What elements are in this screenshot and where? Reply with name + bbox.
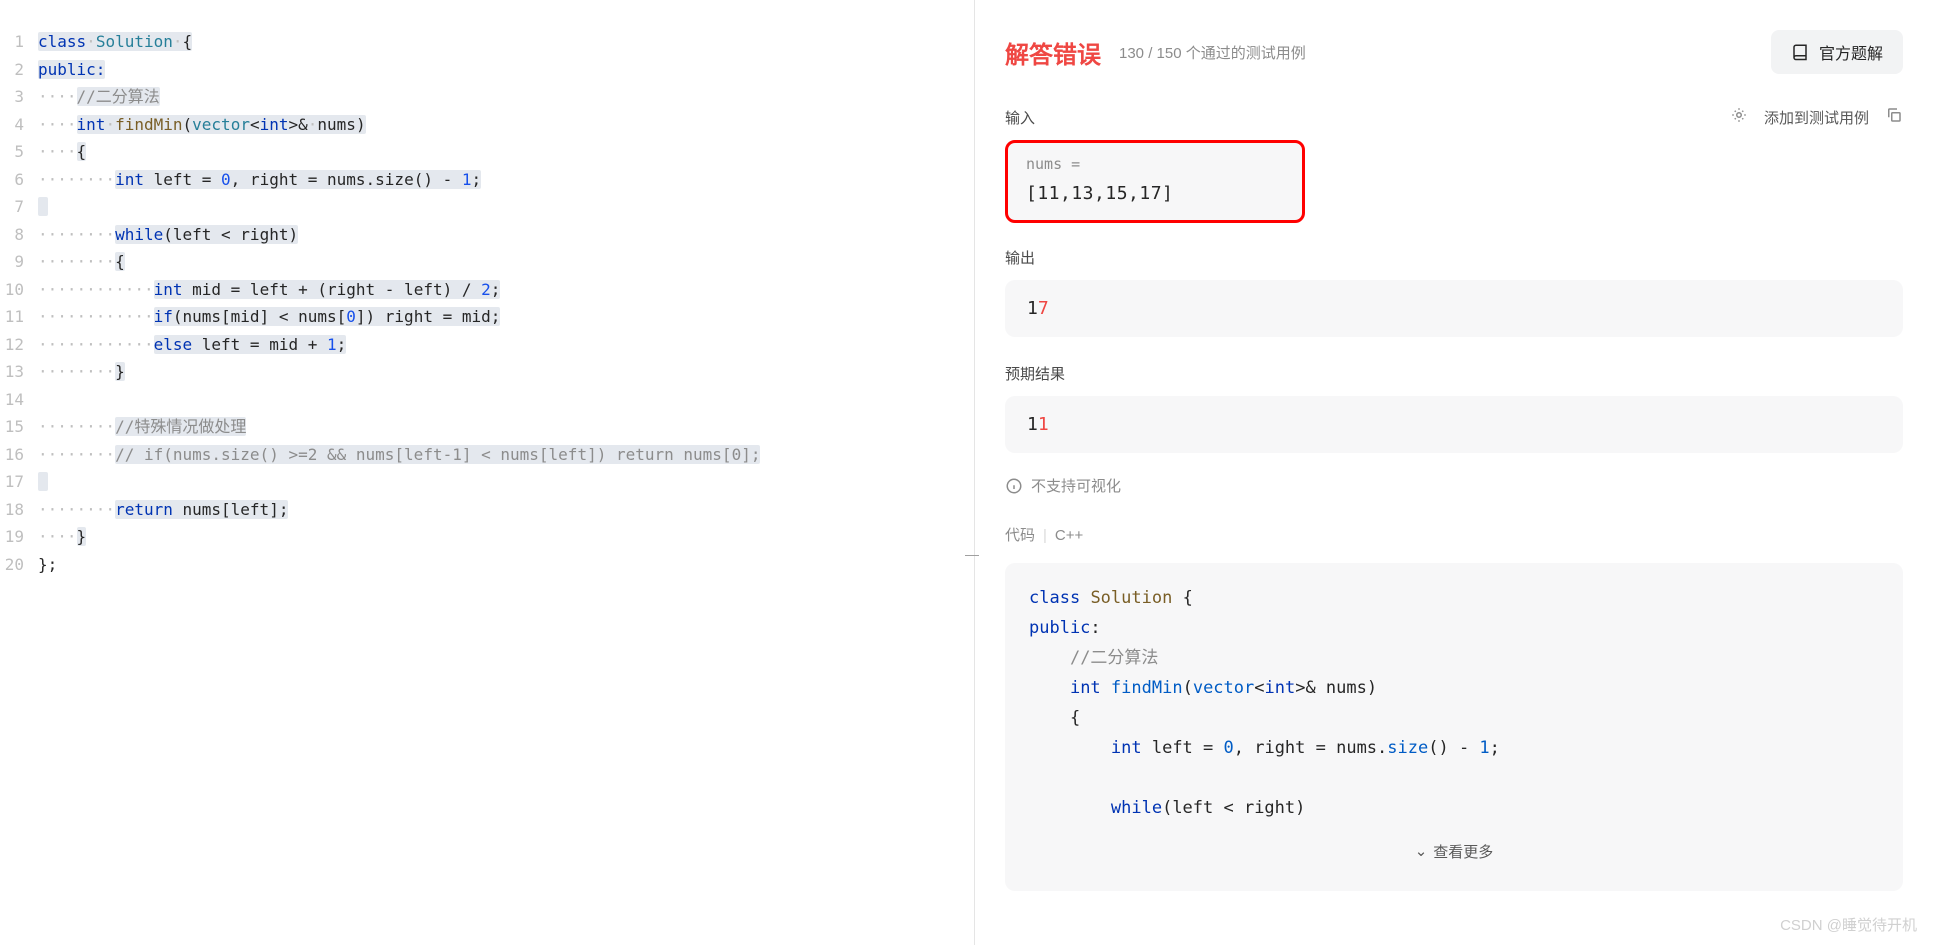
book-icon	[1791, 43, 1809, 61]
submitted-code-snippet: class Solution { public: //二分算法 int find…	[1005, 563, 1903, 891]
expected-box: 11	[1005, 396, 1903, 453]
result-status: 解答错误	[1005, 35, 1101, 70]
result-stats: 130 / 150 个通过的测试用例	[1119, 42, 1306, 63]
expected-label: 预期结果	[1005, 359, 1903, 396]
input-section-header: 输入 添加到测试用例	[1005, 102, 1903, 140]
add-testcase-link[interactable]: 添加到测试用例	[1764, 107, 1869, 128]
output-box: 17	[1005, 280, 1903, 337]
code-content[interactable]: class·Solution·{ public: ····//二分算法 ····…	[38, 28, 974, 945]
input-testcase-box: nums = [11,13,15,17]	[1005, 140, 1305, 223]
show-more-button[interactable]: ⌄查看更多	[1029, 823, 1879, 871]
editor-toolbar	[0, 0, 974, 10]
info-icon	[1005, 477, 1023, 495]
code-meta: 代码|C++	[1005, 518, 1903, 563]
code-editor[interactable]: 1234567891011121314151617181920 class·So…	[0, 10, 974, 945]
expected-value-diff: 1	[1038, 414, 1049, 435]
input-value: [11,13,15,17]	[1026, 183, 1284, 204]
copy-icon[interactable]	[1885, 106, 1903, 128]
output-value-prefix: 1	[1027, 298, 1038, 319]
official-solution-button[interactable]: 官方题解	[1771, 30, 1903, 74]
line-gutter: 1234567891011121314151617181920	[0, 28, 38, 945]
resize-handle[interactable]: —	[962, 540, 982, 568]
app-container: 1234567891011121314151617181920 class·So…	[0, 0, 1941, 945]
code-editor-panel: 1234567891011121314151617181920 class·So…	[0, 0, 975, 945]
watermark: CSDN @睡觉待开机	[1780, 914, 1917, 935]
no-visualization-note: 不支持可视化	[1005, 475, 1903, 496]
input-var-label: nums =	[1026, 155, 1284, 173]
input-label: 输入	[1005, 107, 1035, 128]
output-value-diff: 7	[1038, 298, 1049, 319]
expected-value-prefix: 1	[1027, 414, 1038, 435]
debug-icon[interactable]	[1730, 106, 1748, 128]
result-header: 解答错误 130 / 150 个通过的测试用例 官方题解	[1005, 0, 1903, 102]
output-label: 输出	[1005, 243, 1903, 280]
result-panel: 解答错误 130 / 150 个通过的测试用例 官方题解 输入 添加到测试用例 …	[975, 0, 1941, 945]
